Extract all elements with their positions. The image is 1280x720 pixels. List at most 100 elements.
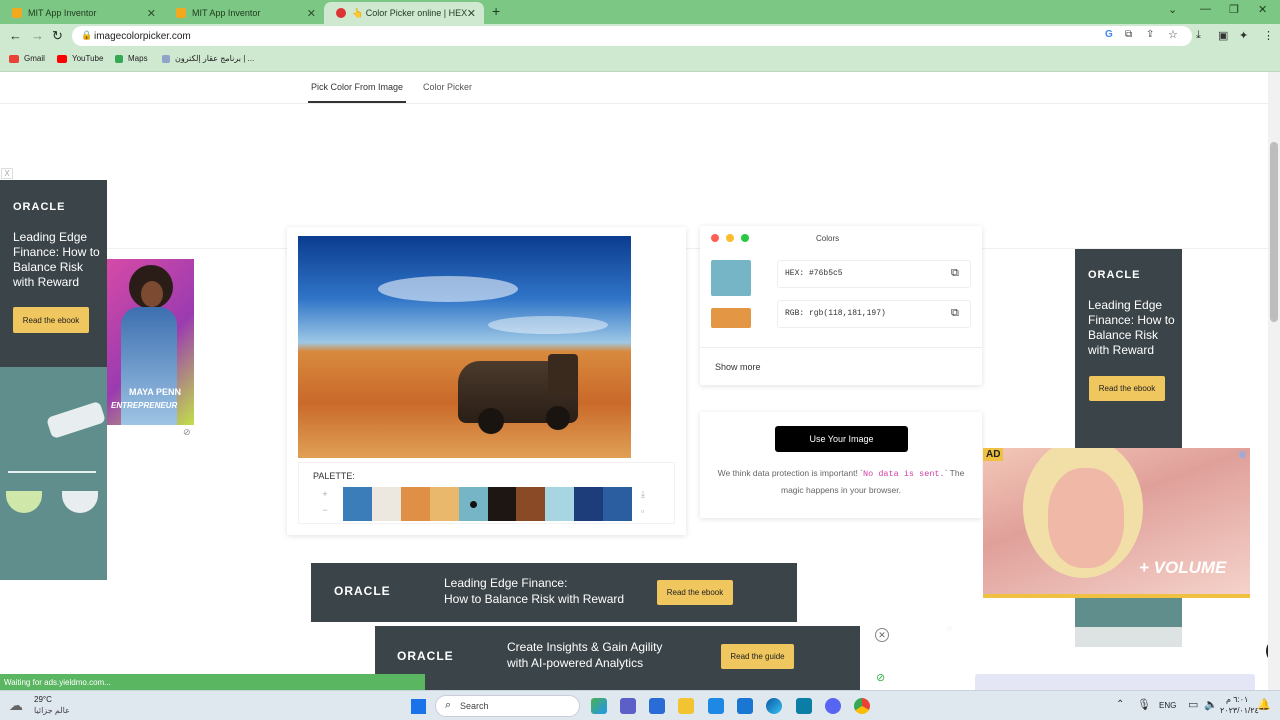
bookmark-site[interactable]: برنامج عقار إلكترون | ...: [162, 54, 254, 63]
file-explorer-icon[interactable]: [678, 698, 694, 714]
palette-remove-button[interactable]: −: [315, 505, 335, 519]
volume-caption[interactable]: + VOLUME: [1139, 558, 1226, 578]
video-ad[interactable]: AD + VOLUME ▣: [983, 448, 1250, 598]
copilot-icon[interactable]: [591, 698, 607, 714]
save-palette-icon[interactable]: ▫: [641, 506, 644, 516]
palette-swatch[interactable]: [400, 487, 431, 521]
windows-start-icon[interactable]: [411, 699, 426, 714]
restore-button[interactable]: ❐: [1229, 3, 1239, 16]
browser-tab[interactable]: MIT App Inventor ✕: [0, 2, 164, 24]
status-bar: Waiting for ads.yieldmo.com...: [0, 674, 425, 690]
oracle-banner-ad[interactable]: ORACLE Leading Edge Finance: How to Bala…: [311, 563, 797, 622]
reload-icon[interactable]: ↻: [52, 28, 63, 44]
hex-field[interactable]: HEX: #76b5c5 ⧉: [777, 260, 971, 288]
chat-icon[interactable]: [620, 698, 636, 714]
copy-hex-icon[interactable]: ⧉: [951, 267, 959, 280]
bookmark-maps[interactable]: Maps: [115, 54, 148, 63]
close-tab-icon[interactable]: ✕: [307, 7, 316, 20]
tab-pick-color-from-image[interactable]: Pick Color From Image: [311, 82, 403, 92]
rgb-field[interactable]: RGB: rgb(118,181,197) ⧉: [777, 300, 971, 328]
palette-swatch[interactable]: [545, 487, 575, 521]
windows-taskbar: ☁ 29°C عالم جزائيا ⌕ Search ⌃ 🎙 ENG ▭ 🔈 …: [0, 690, 1280, 720]
read-ebook-button[interactable]: Read the ebook: [13, 307, 89, 333]
ad-info-icon[interactable]: ▣: [1238, 449, 1247, 460]
menu-dots-icon[interactable]: ⋮: [1263, 29, 1274, 42]
read-ebook-button[interactable]: Read the ebook: [1089, 376, 1165, 401]
read-ebook-button[interactable]: Read the ebook: [657, 580, 733, 605]
bookmark-star-icon[interactable]: ☆: [1168, 28, 1178, 41]
ad-caption-role: ENTREPRENEUR: [111, 401, 178, 410]
palette-swatch[interactable]: [487, 487, 517, 521]
close-ad-icon[interactable]: ✕: [875, 628, 889, 642]
notification-bell-icon[interactable]: 🔔: [1257, 698, 1271, 711]
tab-color-picker[interactable]: Color Picker: [423, 82, 472, 92]
tab-search-icon[interactable]: ⌄: [1168, 3, 1177, 16]
download-icon[interactable]: ⤓: [1196, 29, 1201, 42]
back-arrow-icon[interactable]: ←: [9, 28, 22, 43]
window-minimize-dot: [726, 234, 734, 242]
browser-tab-active[interactable]: 👆 Color Picker online | HEX Co ✕: [324, 2, 484, 24]
adchoices-icon[interactable]: ⊘: [183, 427, 191, 438]
use-your-image-button[interactable]: Use Your Image: [775, 426, 908, 452]
download-palette-icon[interactable]: ⤓: [641, 489, 645, 500]
left-oracle-ad[interactable]: ORACLE Leading Edge Finance: How to Bala…: [0, 180, 107, 580]
minimize-button[interactable]: —: [1200, 3, 1211, 15]
google-icon[interactable]: G: [1105, 29, 1113, 40]
ad-close-x[interactable]: X: [1, 168, 13, 179]
close-window-button[interactable]: ✕: [1258, 3, 1267, 16]
address-bar[interactable]: 🔒 imagecolorpicker.com G ⧉ ⇪ ☆: [72, 26, 1192, 46]
palette-swatch[interactable]: [574, 487, 604, 521]
mail-icon[interactable]: [737, 698, 753, 714]
palette-swatch[interactable]: [516, 487, 546, 521]
chrome-icon[interactable]: [854, 698, 870, 714]
site-icon: [162, 54, 170, 63]
copy-rgb-icon[interactable]: ⧉: [951, 307, 959, 320]
share-icon[interactable]: ⇪: [1146, 29, 1154, 40]
image-card: PALETTE: + − ⤓ ▫: [287, 227, 686, 535]
new-tab-button[interactable]: +: [492, 3, 500, 19]
language-indicator[interactable]: ENG: [1159, 701, 1176, 710]
clock-time[interactable]: ٦:٠١ م: [1226, 695, 1248, 704]
palette-swatch[interactable]: [603, 487, 633, 521]
show-more-link[interactable]: Show more: [715, 362, 761, 372]
left-photo-ad[interactable]: MAYA PENN ENTREPRENEUR: [107, 259, 194, 425]
read-guide-button[interactable]: Read the guide: [721, 644, 794, 669]
weather-icon[interactable]: ☁: [9, 697, 23, 714]
scrollbar-thumb[interactable]: [1270, 142, 1278, 322]
install-icon[interactable]: ⧉: [1125, 29, 1132, 40]
palette-swatch[interactable]: [371, 487, 402, 521]
robot-hand-shape: [45, 400, 107, 440]
verified-icon: ⊘: [876, 672, 886, 684]
palette-add-button[interactable]: +: [315, 489, 335, 503]
discord-icon[interactable]: [825, 698, 841, 714]
taskbar-search[interactable]: ⌕ Search: [435, 695, 580, 717]
colors-panel: Colors HEX: #76b5c5 ⧉ RGB: rgb(118,181,1…: [700, 226, 982, 385]
microphone-icon[interactable]: 🎙: [1137, 698, 1151, 711]
palette-swatch[interactable]: [458, 487, 488, 521]
close-tab-icon[interactable]: ✕: [147, 7, 156, 20]
upload-card: Use Your Image We think data protection …: [700, 412, 982, 518]
tray-chevron-icon[interactable]: ⌃: [1116, 699, 1124, 710]
hex-value: HEX: #76b5c5: [785, 269, 843, 278]
face-shape: [1048, 468, 1124, 568]
uploaded-image[interactable]: [298, 236, 631, 458]
store-icon[interactable]: [649, 698, 665, 714]
bookmark-gmail[interactable]: Gmail: [9, 54, 45, 63]
clock-date[interactable]: ٢٠٢٣/٠١/٢٤: [1220, 706, 1259, 715]
browser-tab[interactable]: MIT App Inventor ✕: [164, 2, 324, 24]
bookmark-youtube[interactable]: YouTube: [57, 54, 103, 63]
forward-arrow-icon[interactable]: →: [31, 28, 44, 43]
extension-icon[interactable]: ✦: [1239, 29, 1248, 42]
palette-swatch[interactable]: [429, 487, 460, 521]
edge-icon[interactable]: [766, 698, 782, 714]
monitor-icon[interactable]: [708, 698, 724, 714]
screen-share-icon[interactable]: [796, 698, 812, 714]
sidebar-icon[interactable]: ▣: [1218, 29, 1228, 42]
close-tab-icon[interactable]: ✕: [467, 7, 476, 20]
page-scrollbar[interactable]: [1268, 72, 1280, 690]
volume-icon[interactable]: 🔈: [1204, 698, 1218, 711]
oracle-analytics-banner-ad[interactable]: ORACLE Create Insights & Gain Agility wi…: [375, 626, 860, 690]
weather-temp[interactable]: 29°C: [34, 695, 52, 704]
network-icon[interactable]: ▭: [1188, 698, 1198, 711]
palette-swatch[interactable]: [343, 487, 373, 521]
